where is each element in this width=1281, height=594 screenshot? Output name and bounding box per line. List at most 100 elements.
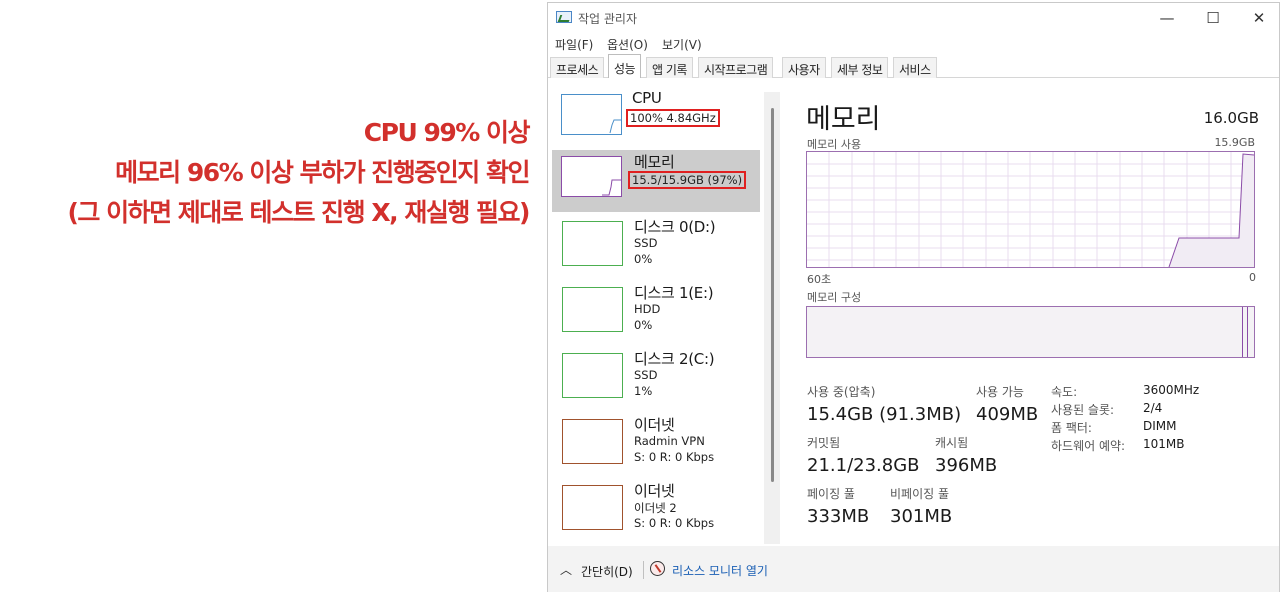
resource-item-name: 디스크 2(C:): [634, 350, 715, 368]
resource-item-ethernet-2[interactable]: 이더넷 이더넷 2 S: 0 R: 0 Kbps: [552, 479, 760, 541]
title-bar[interactable]: 작업 관리자 — ☐ ✕: [548, 3, 1279, 32]
annotation-line-2: 메모리 96% 이상 부하가 진행중인지 확인: [115, 158, 530, 187]
task-manager-window: 작업 관리자 — ☐ ✕ 파일(F) 옵션(O) 보기(V) 프로세스 성능 앱…: [547, 2, 1280, 592]
annotation-line-1: CPU 99% 이상: [363, 118, 531, 147]
resource-item-value: 0%: [634, 318, 653, 332]
memory-composition-label: 메모리 구성: [807, 291, 862, 304]
composition-divider: [1247, 307, 1248, 357]
spec-reserved-label: 하드웨어 예약:: [1051, 439, 1126, 453]
memory-usage-graph: [806, 151, 1255, 268]
time-axis-left: 60초: [807, 273, 832, 286]
spec-form-factor-value: DIMM: [1143, 419, 1177, 433]
scrollbar-thumb[interactable]: [771, 108, 774, 482]
window-title: 작업 관리자: [578, 12, 638, 26]
tab-bar: 프로세스 성능 앱 기록 시작프로그램 사용자 세부 정보 서비스: [548, 54, 1279, 79]
cpu-mini-graph: [609, 119, 621, 134]
time-axis-right: 0: [1249, 271, 1256, 284]
resource-item-value: 0%: [634, 252, 653, 266]
memory-total: 16.0GB: [1203, 109, 1259, 127]
committed-value: 21.1/23.8GB: [807, 455, 920, 476]
maximize-button[interactable]: ☐: [1203, 9, 1223, 27]
resource-item-name: 이더넷: [634, 416, 675, 434]
spec-slots-value: 2/4: [1143, 401, 1163, 415]
resource-item-ethernet-radmin[interactable]: 이더넷 Radmin VPN S: 0 R: 0 Kbps: [552, 413, 760, 475]
resource-item-name: 메모리: [634, 153, 675, 171]
cpu-thumbnail-graph: [561, 94, 622, 135]
resource-item-type: HDD: [634, 302, 661, 316]
resource-item-value: 1%: [634, 384, 653, 398]
fewer-details-button[interactable]: 간단히(D): [581, 563, 633, 580]
paged-pool-value: 333MB: [807, 506, 870, 527]
footer-divider: [643, 561, 644, 579]
resource-monitor-icon[interactable]: [650, 561, 665, 576]
memory-usage-max: 15.9GB: [1214, 136, 1255, 149]
resource-item-adapter: Radmin VPN: [634, 434, 705, 448]
resource-list-scrollbar[interactable]: [764, 92, 780, 544]
in-use-label: 사용 중(압축): [807, 385, 876, 399]
resource-item-type: SSD: [634, 368, 658, 382]
tab-users[interactable]: 사용자: [782, 57, 826, 78]
resource-item-name: CPU: [632, 89, 662, 107]
tab-processes[interactable]: 프로세스: [550, 57, 605, 78]
chevron-up-icon[interactable]: ︿: [560, 561, 572, 578]
committed-label: 커밋됨: [807, 436, 841, 450]
minimize-button[interactable]: —: [1157, 9, 1177, 27]
in-use-value: 15.4GB (91.3MB): [807, 404, 962, 425]
spec-reserved-value: 101MB: [1143, 437, 1185, 451]
annotation-line-3: (그 이하면 제대로 테스트 진행 X, 재실행 필요): [67, 198, 530, 227]
spec-speed-label: 속도:: [1051, 385, 1078, 399]
disk-2-thumbnail-graph: [562, 353, 623, 398]
resource-item-name: 디스크 1(E:): [634, 284, 714, 302]
resource-item-value: S: 0 R: 0 Kbps: [634, 450, 715, 464]
disk-0-thumbnail-graph: [562, 221, 623, 266]
tab-services[interactable]: 서비스: [893, 57, 937, 78]
spec-form-factor-label: 폼 팩터:: [1051, 421, 1092, 435]
nonpaged-pool-label: 비페이징 풀: [890, 487, 950, 501]
resource-item-memory[interactable]: 메모리 15.5/15.9GB (97%): [552, 150, 760, 212]
composition-divider: [1242, 307, 1243, 357]
resource-item-name: 디스크 0(D:): [634, 218, 716, 236]
menu-file[interactable]: 파일(F): [555, 36, 593, 53]
spec-speed-value: 3600MHz: [1143, 383, 1200, 397]
resource-item-type: SSD: [634, 236, 658, 250]
cached-value: 396MB: [935, 455, 998, 476]
performance-panel: CPU 100% 4.84GHz 메모리 15.5/15.9GB (97%) 디…: [548, 78, 1279, 546]
memory-usage-label: 메모리 사용: [807, 138, 862, 151]
resource-item-cpu[interactable]: CPU 100% 4.84GHz: [552, 88, 760, 150]
memory-usage-chart: [807, 152, 1255, 268]
annotation-text: CPU 99% 이상 메모리 96% 이상 부하가 진행중인지 확인 (그 이하…: [67, 113, 531, 233]
tab-startup[interactable]: 시작프로그램: [698, 57, 774, 78]
resource-item-disk-0[interactable]: 디스크 0(D:) SSD 0%: [552, 215, 760, 277]
spec-slots-label: 사용된 슬롯:: [1051, 403, 1115, 417]
resource-item-name: 이더넷: [634, 482, 675, 500]
open-resource-monitor-link[interactable]: 리소스 모니터 열기: [672, 562, 768, 579]
resource-list: CPU 100% 4.84GHz 메모리 15.5/15.9GB (97%) 디…: [552, 82, 760, 542]
tab-app-history[interactable]: 앱 기록: [646, 57, 693, 78]
available-label: 사용 가능: [976, 385, 1024, 399]
ethernet-thumbnail-graph: [562, 485, 623, 530]
cached-label: 캐시됨: [935, 436, 969, 450]
close-button[interactable]: ✕: [1249, 9, 1269, 27]
menu-view[interactable]: 보기(V): [662, 36, 702, 53]
available-value: 409MB: [976, 404, 1039, 425]
resource-item-disk-2[interactable]: 디스크 2(C:) SSD 1%: [552, 347, 760, 409]
menu-bar: 파일(F) 옵션(O) 보기(V): [548, 32, 1279, 54]
paged-pool-label: 페이징 풀: [807, 487, 855, 501]
memory-mini-graph: [602, 179, 621, 196]
tab-performance[interactable]: 성능: [608, 54, 642, 79]
menu-options[interactable]: 옵션(O): [607, 36, 648, 53]
ethernet-thumbnail-graph: [562, 419, 623, 464]
resource-item-disk-1[interactable]: 디스크 1(E:) HDD 0%: [552, 281, 760, 343]
tab-details[interactable]: 세부 정보: [831, 57, 889, 78]
memory-thumbnail-graph: [561, 156, 622, 197]
resource-item-value: S: 0 R: 0 Kbps: [634, 516, 715, 530]
task-manager-icon: [556, 11, 572, 23]
detail-title: 메모리: [806, 104, 881, 135]
nonpaged-pool-value: 301MB: [890, 506, 953, 527]
footer-bar: ︿ 간단히(D) 리소스 모니터 열기: [548, 546, 1279, 592]
memory-detail-panel: 메모리 16.0GB 메모리 사용 15.9GB 60초 0 메모리 구성 사용…: [806, 78, 1272, 546]
resource-item-adapter: 이더넷 2: [634, 501, 677, 515]
cpu-usage-highlighted: 100% 4.84GHz: [626, 109, 720, 127]
disk-1-thumbnail-graph: [562, 287, 623, 332]
memory-usage-highlighted: 15.5/15.9GB (97%): [628, 171, 747, 189]
